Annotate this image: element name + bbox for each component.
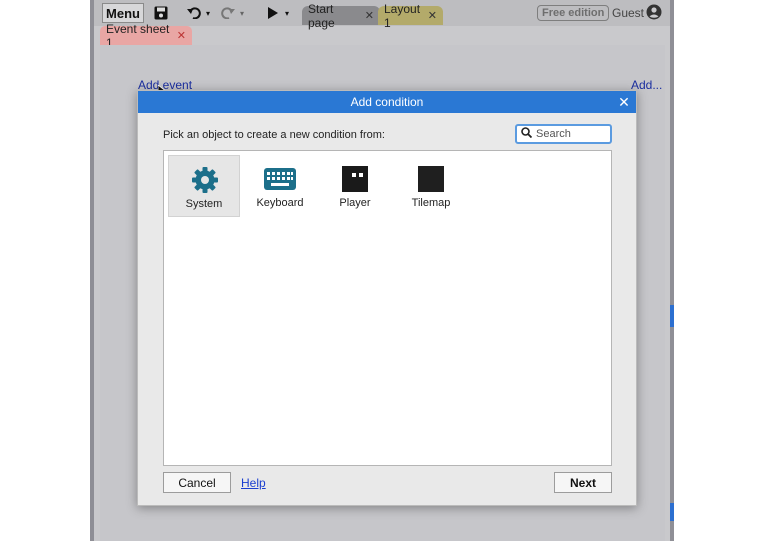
screenshot: Menu ▾ ▾ ▾ Start page ✕ Layout 1 ✕ Free … bbox=[0, 0, 763, 541]
object-keyboard[interactable]: Keyboard bbox=[244, 155, 316, 217]
tab-start-page[interactable]: Start page ✕ bbox=[302, 2, 380, 30]
dialog-prompt: Pick an object to create a new condition… bbox=[163, 129, 385, 141]
search-icon bbox=[521, 125, 533, 143]
window-border bbox=[90, 0, 94, 541]
sprite-icon bbox=[341, 165, 369, 193]
account-icon[interactable] bbox=[646, 4, 662, 20]
add-condition-dialog: Add condition ✕ Pick an object to create… bbox=[137, 90, 637, 506]
object-label: Tilemap bbox=[411, 197, 451, 209]
cancel-button[interactable]: Cancel bbox=[163, 472, 231, 493]
search-input[interactable] bbox=[536, 128, 606, 140]
next-button[interactable]: Next bbox=[554, 472, 612, 493]
close-icon[interactable]: ✕ bbox=[428, 9, 437, 22]
object-tilemap[interactable]: Tilemap bbox=[395, 155, 467, 217]
object-player[interactable]: Player bbox=[319, 155, 391, 217]
close-icon[interactable]: ✕ bbox=[617, 94, 631, 110]
close-icon[interactable]: ✕ bbox=[365, 9, 374, 22]
tab-label: Start page bbox=[308, 1, 335, 30]
main-toolbar: Menu ▾ ▾ ▾ Start page ✕ Layout 1 ✕ Free … bbox=[90, 0, 673, 30]
gear-icon bbox=[191, 166, 219, 194]
undo-icon[interactable] bbox=[186, 3, 202, 23]
keyboard-icon bbox=[264, 165, 296, 193]
scrollbar-accent bbox=[670, 305, 674, 327]
tab-event-sheet-1[interactable]: Event sheet 1 ✕ bbox=[100, 22, 192, 50]
tab-layout-1[interactable]: Layout 1 ✕ bbox=[378, 2, 443, 30]
object-label: Player bbox=[339, 197, 371, 209]
play-dropdown-icon[interactable]: ▾ bbox=[283, 3, 291, 23]
save-icon[interactable] bbox=[152, 3, 170, 23]
search-field[interactable] bbox=[515, 124, 612, 144]
edition-badge[interactable]: Free edition bbox=[537, 5, 610, 21]
redo-dropdown-icon[interactable]: ▾ bbox=[238, 3, 246, 23]
object-system[interactable]: System bbox=[168, 155, 240, 217]
window-border bbox=[670, 0, 674, 541]
close-icon[interactable]: ✕ bbox=[177, 29, 186, 42]
play-icon[interactable] bbox=[266, 3, 280, 23]
object-label: System bbox=[185, 198, 223, 210]
redo-icon[interactable] bbox=[220, 3, 236, 23]
object-label: Keyboard bbox=[256, 197, 304, 209]
object-list: System Keyboard Player Tilemap bbox=[163, 150, 612, 466]
help-link[interactable]: Help bbox=[241, 476, 266, 490]
scrollbar-accent bbox=[670, 503, 674, 521]
tilemap-icon bbox=[417, 165, 445, 193]
dialog-title: Add condition bbox=[350, 95, 424, 109]
tab-label: Layout 1 bbox=[384, 1, 421, 30]
menu-button[interactable]: Menu bbox=[102, 3, 144, 23]
user-name[interactable]: Guest bbox=[612, 6, 644, 20]
undo-dropdown-icon[interactable]: ▾ bbox=[204, 3, 212, 23]
dialog-titlebar[interactable]: Add condition ✕ bbox=[138, 91, 636, 113]
